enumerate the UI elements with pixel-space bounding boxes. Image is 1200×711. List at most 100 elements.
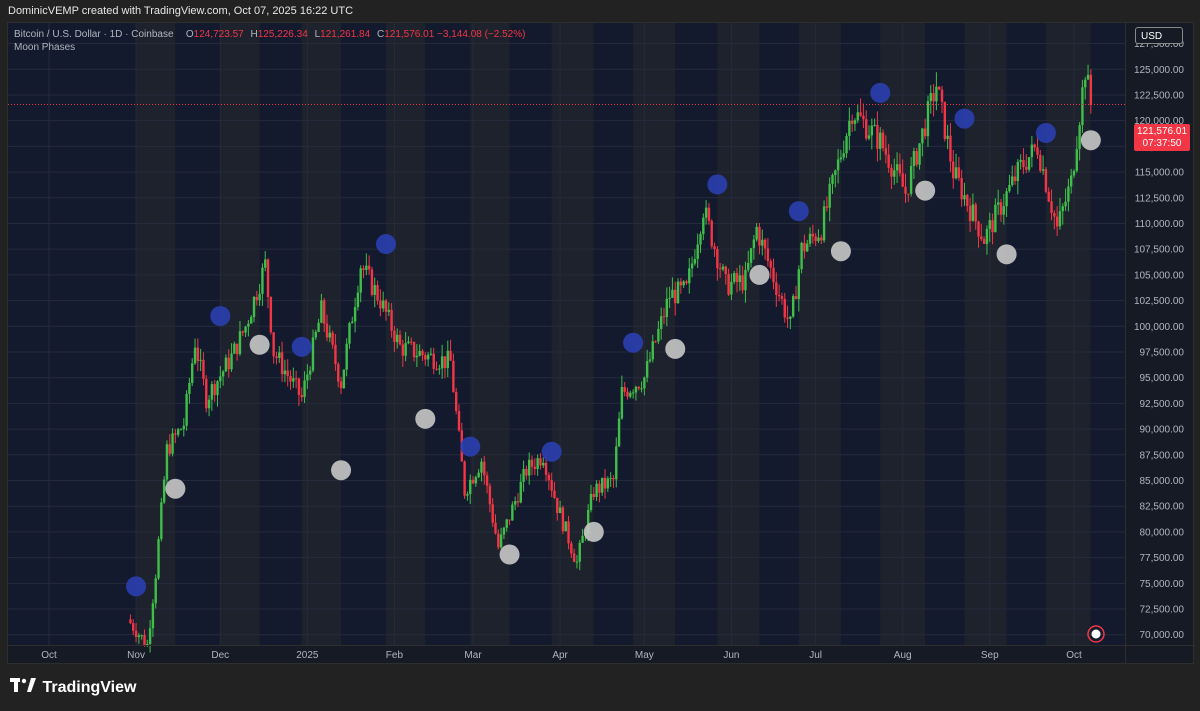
candle-body (381, 300, 385, 309)
candle-body (1016, 161, 1020, 182)
full-moon-marker (915, 180, 936, 201)
tradingview-logo[interactable]: TradingView (10, 678, 136, 697)
candle-body (345, 343, 348, 370)
candle-body (800, 242, 803, 270)
moon-phase-band (341, 23, 386, 645)
candle-body (637, 386, 640, 389)
candle-body (634, 386, 638, 393)
candle-body (446, 350, 449, 369)
candle-body (1036, 147, 1039, 155)
candle-body (1055, 216, 1059, 227)
indicator-name[interactable]: Moon Phases (14, 41, 525, 54)
moon-phase-band (675, 23, 718, 645)
candle-body (702, 217, 705, 235)
price-chart[interactable]: 70,000.00 72,500.00 75,000.00 77,500.00 80,0… (8, 23, 1195, 665)
candle-body (373, 285, 376, 295)
symbol-line: Bitcoin / U.S. Dollar · 1D · Coinbase O1… (14, 28, 525, 41)
candle-body (623, 387, 626, 392)
candle-body (887, 154, 890, 168)
candle-body (777, 295, 781, 297)
candle-body (129, 619, 132, 624)
candle-body (485, 475, 489, 486)
candle-body (932, 93, 935, 102)
new-moon-marker (126, 576, 147, 597)
footer: TradingView (0, 664, 1200, 711)
candle-body (1081, 87, 1084, 126)
candle-body (269, 297, 273, 333)
candle-body (690, 263, 694, 269)
candle-body (741, 275, 744, 291)
candle-body (199, 359, 202, 361)
candle-body (994, 204, 997, 233)
tradingview-logo-icon (10, 678, 36, 694)
x-tick-label: Dec (211, 650, 229, 661)
candle-body (443, 356, 447, 369)
candle-body (387, 309, 390, 312)
candle-body (710, 220, 713, 247)
candle-body (1033, 144, 1036, 148)
candle-body (454, 392, 458, 411)
candle-body (205, 378, 208, 409)
candle-body (140, 635, 143, 637)
candle-body (488, 485, 492, 505)
candle-body (210, 384, 214, 400)
candle-body (831, 174, 834, 184)
candle-body (252, 296, 256, 318)
candle-body (946, 135, 949, 140)
full-moon-marker (331, 460, 352, 481)
candle-body (873, 124, 876, 126)
candle-body (850, 120, 854, 124)
candle-body (601, 477, 604, 493)
candle-body (556, 497, 559, 514)
candle-body (160, 502, 163, 540)
candle-body (688, 268, 691, 284)
candle-body (791, 296, 795, 317)
new-moon-marker (541, 441, 562, 462)
y-tick-label: 87,500.00 (1140, 450, 1185, 461)
candle-body (724, 266, 727, 275)
chart-frame[interactable]: 70,000.00 72,500.00 75,000.00 77,500.00 80,0… (7, 22, 1195, 665)
candle-body (609, 478, 612, 480)
candle-body (547, 474, 551, 481)
y-tick-label: 107,500.00 (1134, 245, 1184, 256)
full-moon-marker (583, 521, 604, 542)
candle-body (952, 161, 955, 179)
candle-body (693, 259, 697, 264)
candle-body (735, 273, 739, 282)
candle-body (699, 234, 702, 245)
new-moon-marker (210, 306, 231, 327)
candle-body (907, 193, 910, 195)
candle-body (659, 316, 663, 329)
moon-phase-band (259, 23, 302, 645)
candle-body (876, 124, 879, 149)
moon-phase-band (425, 23, 471, 645)
candle-body (311, 337, 315, 371)
candle-body (1084, 79, 1087, 88)
candle-body (817, 237, 820, 242)
currency-button[interactable]: USD (1135, 27, 1183, 44)
candle-body (879, 132, 882, 149)
candle-body (842, 153, 845, 158)
candle-body (154, 578, 157, 604)
candle-body (337, 364, 340, 382)
candle-body (915, 151, 918, 165)
candle-body (306, 374, 309, 381)
y-tick-label: 80,000.00 (1140, 527, 1185, 538)
candle-body (749, 248, 753, 263)
moon-phase-band (136, 23, 176, 645)
candle-body (561, 507, 565, 532)
candle-body (132, 623, 135, 631)
candle-body (1086, 74, 1090, 80)
last-price-value: 121,576.01 (1136, 126, 1188, 137)
full-moon-marker (499, 544, 520, 565)
candle-body (808, 233, 812, 244)
candle-body (179, 429, 183, 431)
candle-body (134, 630, 138, 638)
candle-body (457, 410, 461, 431)
full-moon-marker (249, 334, 270, 355)
candle-body (839, 157, 843, 160)
candle-body (996, 202, 1000, 205)
candle-body (289, 376, 292, 382)
candle-body (359, 268, 362, 293)
candle-body (918, 143, 921, 165)
